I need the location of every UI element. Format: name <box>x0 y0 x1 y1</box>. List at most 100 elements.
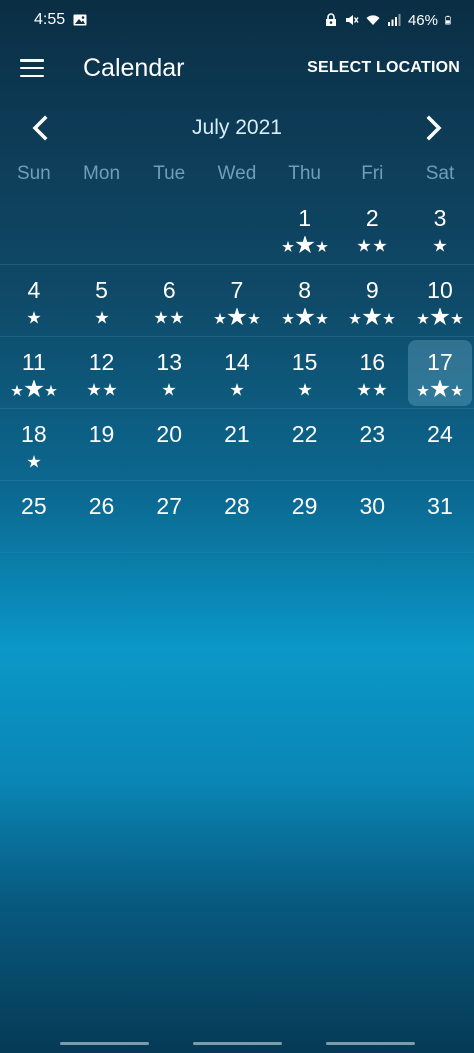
page-title: Calendar <box>83 53 185 82</box>
day-number: 27 <box>156 493 183 519</box>
calendar-day-cell[interactable]: 4 <box>0 265 68 337</box>
day-number: 14 <box>224 349 250 375</box>
calendar-day-cell[interactable]: 20 <box>135 409 203 481</box>
day-rating <box>135 308 203 328</box>
calendar-day-cell[interactable]: 29 <box>271 481 339 553</box>
calendar-week-row: 11 12 13 14 15 16 17 <box>0 337 474 409</box>
day-number <box>68 193 136 205</box>
calendar-day-cell[interactable]: 18 <box>0 409 68 481</box>
day-number: 16 <box>359 349 386 375</box>
day-rating <box>406 380 474 400</box>
calendar-day-cell[interactable]: 13 <box>135 337 203 409</box>
calendar-day-cell[interactable]: 3 <box>406 193 474 265</box>
nav-back-handle[interactable] <box>326 1042 415 1045</box>
day-number: 9 <box>365 277 379 303</box>
calendar-week-row: 25 26 27 28 29 30 31 <box>0 481 474 553</box>
rating-stars-icon <box>86 383 117 396</box>
calendar-day-cell[interactable]: 22 <box>271 409 339 481</box>
hamburger-menu-icon[interactable] <box>20 59 44 77</box>
day-number: 22 <box>291 421 318 447</box>
calendar-day-cell[interactable]: 21 <box>203 409 271 481</box>
system-navigation-bar <box>0 1038 474 1053</box>
rating-stars-icon <box>357 383 387 396</box>
calendar-day-cell[interactable]: 5 <box>68 265 136 337</box>
status-right: 46% <box>324 12 454 29</box>
weekday-label: Sat <box>425 163 455 184</box>
day-number: 20 <box>156 421 183 447</box>
day-number <box>203 193 271 205</box>
select-location-button[interactable]: SELECT LOCATION <box>307 59 460 77</box>
day-number: 7 <box>230 277 244 303</box>
day-number: 4 <box>27 277 41 303</box>
rating-stars-icon <box>433 239 447 252</box>
calendar-day-cell[interactable]: 11 <box>0 337 68 409</box>
day-number: 26 <box>88 493 115 519</box>
calendar-day-cell[interactable]: 27 <box>135 481 203 553</box>
weekday-header: Sun Mon Tue Wed Thu Fri Sat <box>0 163 474 185</box>
weekday-label: Tue <box>153 163 186 184</box>
day-number: 19 <box>88 421 115 447</box>
calendar-day-cell[interactable]: 17 <box>406 337 474 409</box>
weekday-label: Wed <box>217 163 257 184</box>
status-time: 4:55 <box>34 11 66 28</box>
day-number <box>0 193 68 205</box>
nav-home-handle[interactable] <box>193 1042 282 1045</box>
day-number: 3 <box>433 205 447 231</box>
day-rating <box>0 452 68 472</box>
rating-stars-icon <box>27 311 41 324</box>
calendar-day-cell[interactable]: 23 <box>338 409 406 481</box>
calendar-day-cell[interactable]: 10 <box>406 265 474 337</box>
day-rating <box>406 236 474 256</box>
day-rating <box>271 308 339 328</box>
calendar-day-cell[interactable]: 16 <box>338 337 406 409</box>
day-rating <box>203 380 271 400</box>
calendar-day-cell[interactable]: 25 <box>0 481 68 553</box>
calendar-day-cell[interactable]: 2 <box>338 193 406 265</box>
calendar-day-cell[interactable]: 19 <box>68 409 136 481</box>
calendar-day-cell[interactable]: 14 <box>203 337 271 409</box>
day-number: 18 <box>21 421 47 447</box>
calendar-day-cell[interactable]: 31 <box>406 481 474 553</box>
calendar-day-cell[interactable]: 6 <box>135 265 203 337</box>
rating-stars-icon <box>417 380 463 398</box>
calendar-day-cell[interactable]: 26 <box>68 481 136 553</box>
day-number: 5 <box>95 277 108 303</box>
calendar-empty-cell <box>0 193 68 265</box>
month-navigation: July 2021 <box>0 104 474 152</box>
status-bar: 4:55 46% <box>0 0 474 40</box>
calendar-grid: 1 2 3 4 5 6 7 8 9 10 11 12 13 14 15 16 17 18 19 20 21 22 23 24 2… <box>0 193 474 553</box>
day-number: 11 <box>21 349 46 375</box>
calendar-day-cell[interactable]: 30 <box>338 481 406 553</box>
day-number: 29 <box>291 493 318 519</box>
rating-stars-icon <box>357 239 387 252</box>
day-number: 30 <box>359 493 386 519</box>
day-rating <box>135 380 203 400</box>
calendar-day-cell[interactable]: 7 <box>203 265 271 337</box>
calendar-week-row: 4 5 6 7 8 9 10 <box>0 265 474 337</box>
calendar-day-cell[interactable]: 1 <box>271 193 339 265</box>
nav-recent-handle[interactable] <box>60 1042 149 1045</box>
chevron-right-icon[interactable] <box>416 110 452 146</box>
calendar-day-cell[interactable]: 24 <box>406 409 474 481</box>
calendar-day-cell[interactable]: 12 <box>68 337 136 409</box>
rating-stars-icon <box>349 308 396 326</box>
calendar-week-row: 18 19 20 21 22 23 24 <box>0 409 474 481</box>
day-number: 17 <box>427 349 453 375</box>
day-number: 23 <box>359 421 386 447</box>
gallery-icon <box>73 14 87 26</box>
lock-icon <box>325 13 336 26</box>
calendar-day-cell[interactable]: 15 <box>271 337 339 409</box>
calendar-day-cell[interactable]: 9 <box>338 265 406 337</box>
day-number: 2 <box>365 205 379 231</box>
mute-icon <box>345 15 359 25</box>
rating-stars-icon <box>162 383 176 396</box>
day-number: 21 <box>224 421 250 447</box>
weekday-label: Sun <box>16 163 51 184</box>
calendar-day-cell[interactable]: 28 <box>203 481 271 553</box>
rating-stars-icon <box>230 383 244 396</box>
day-rating <box>338 308 406 328</box>
calendar-day-cell[interactable]: 8 <box>271 265 339 337</box>
month-label: July 2021 <box>192 116 282 139</box>
day-rating <box>338 380 406 400</box>
day-number: 15 <box>291 349 318 375</box>
